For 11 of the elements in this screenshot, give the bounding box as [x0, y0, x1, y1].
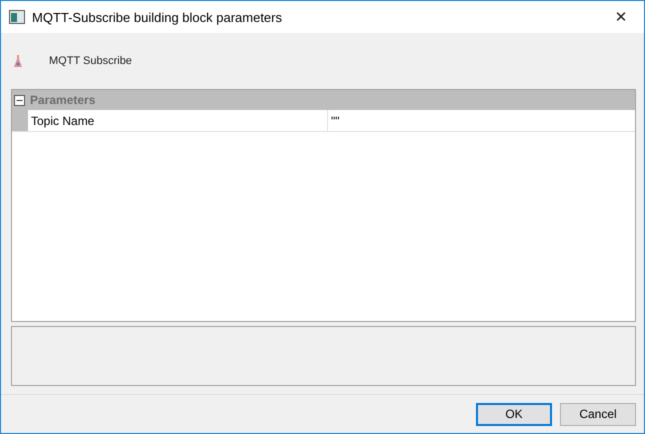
cancel-button[interactable]: Cancel [560, 402, 636, 426]
close-button[interactable]: ✕ [598, 1, 644, 33]
window-icon [9, 10, 25, 24]
collapse-icon[interactable] [14, 94, 25, 106]
property-name: Topic Name [28, 110, 328, 131]
category-label: Parameters [30, 93, 96, 107]
ok-button[interactable]: OK [476, 402, 552, 426]
flask-icon [13, 54, 23, 68]
block-name: MQTT Subscribe [49, 55, 132, 67]
property-value[interactable]: "" [328, 110, 635, 131]
window-title: MQTT-Subscribe building block parameters [32, 10, 283, 24]
